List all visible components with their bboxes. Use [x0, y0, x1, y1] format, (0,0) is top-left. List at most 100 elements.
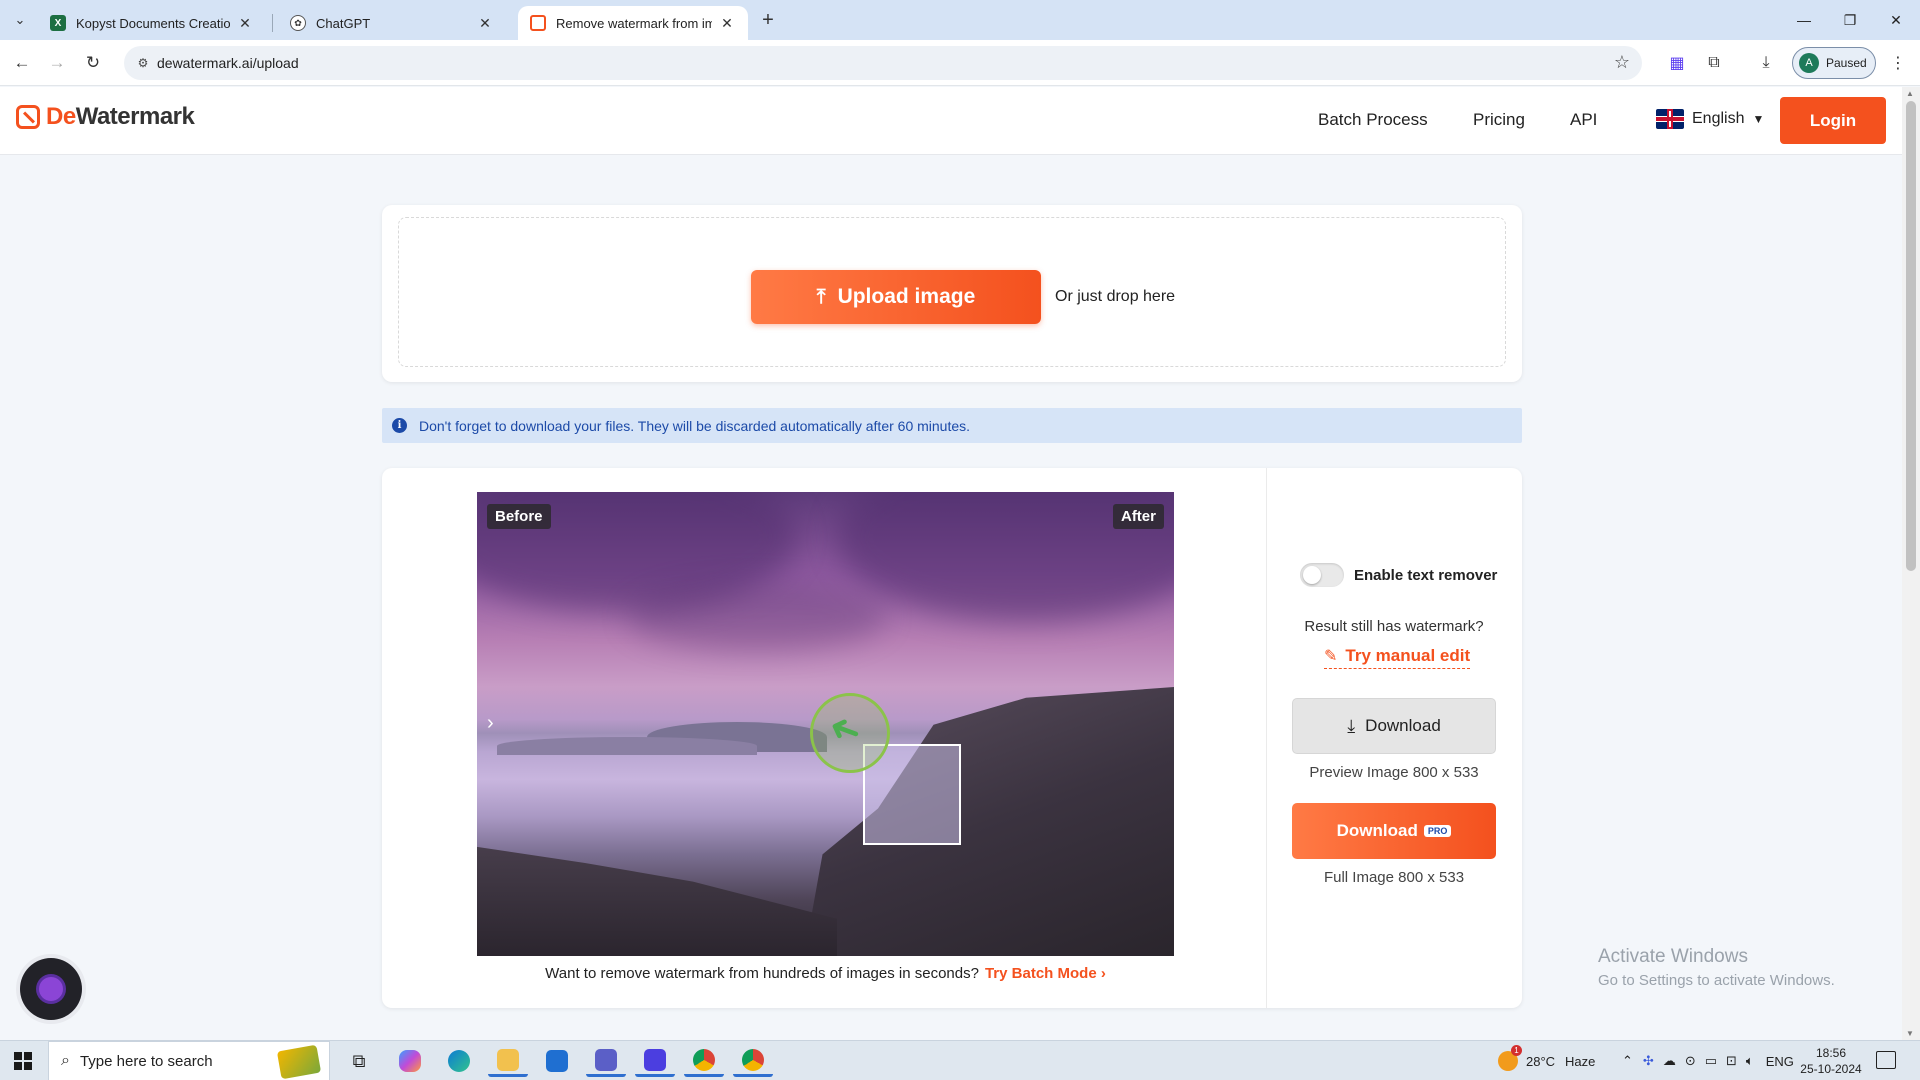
distant-mountain	[497, 737, 757, 755]
back-arrow-icon[interactable]: ←	[10, 51, 34, 75]
tab-title: Kopyst Documents Creation.xlsx	[76, 15, 230, 31]
download-pro-button[interactable]: Download PRO	[1292, 803, 1496, 859]
close-icon[interactable]: ✕	[236, 14, 254, 32]
weather-widget[interactable]: 28°C Haze	[1498, 1041, 1595, 1080]
download-icon: ⤓	[1347, 715, 1356, 736]
download-icon[interactable]: ⤓	[1754, 51, 1778, 75]
result-card: Before After › Want to remove watermark …	[382, 468, 1522, 1008]
drop-zone[interactable]: ⤒ Upload image Or just drop here	[398, 217, 1506, 367]
site-logo[interactable]: DeWatermark	[16, 103, 195, 131]
batch-prompt: Want to remove watermark from hundreds o…	[545, 965, 979, 982]
before-after-preview[interactable]: Before After ›	[477, 492, 1174, 956]
temperature: 28°C	[1526, 1053, 1556, 1069]
text-remover-row: Enable text remover	[1300, 563, 1497, 587]
info-banner: i Don't forget to download your files. T…	[382, 408, 1522, 443]
tab-search-chevron-icon[interactable]: ⌄	[8, 8, 32, 32]
address-bar[interactable]: ⚙ dewatermark.ai/upload ☆	[124, 46, 1642, 80]
upload-card: ⤒ Upload image Or just drop here	[382, 205, 1522, 382]
tab-excel[interactable]: X Kopyst Documents Creation.xlsx ✕	[38, 6, 266, 40]
remote-app-icon[interactable]	[635, 1045, 675, 1077]
scroll-down-icon[interactable]: ▼	[1906, 1029, 1914, 1038]
drop-hint: Or just drop here	[1055, 288, 1176, 305]
activate-windows-watermark: Activate Windows Go to Settings to activ…	[1598, 946, 1835, 989]
activate-subtitle: Go to Settings to activate Windows.	[1598, 972, 1835, 989]
uk-flag-icon	[1656, 109, 1684, 129]
file-explorer-icon[interactable]	[488, 1045, 528, 1077]
avatar: A	[1799, 53, 1819, 73]
download-preview-button[interactable]: ⤓ Download	[1292, 698, 1496, 754]
browser-menu-icon[interactable]: ⋮	[1886, 51, 1910, 75]
try-manual-edit-link[interactable]: ✎ Try manual edit	[1324, 646, 1471, 669]
meet-now-icon[interactable]: ⊙	[1685, 1053, 1696, 1069]
new-tab-plus-icon[interactable]: +	[756, 8, 780, 32]
window-close-icon[interactable]: ✕	[1873, 0, 1919, 40]
reload-icon[interactable]: ↻	[81, 51, 105, 75]
close-icon[interactable]: ✕	[476, 14, 494, 32]
task-view-icon[interactable]: ⧉	[339, 1045, 379, 1077]
profile-button[interactable]: A Paused	[1792, 47, 1876, 79]
actions-panel: Enable text remover Result still has wat…	[1266, 468, 1522, 1008]
extensions-puzzle-icon[interactable]: ⧉	[1702, 51, 1726, 75]
chevron-right-icon[interactable]: ›	[487, 712, 494, 735]
windows-taskbar: ⌕ Type here to search ⧉ 28°C Haze ⌃ ✣ ☁ …	[0, 1040, 1920, 1080]
copilot-icon[interactable]	[390, 1045, 430, 1077]
page-scrollbar[interactable]: ▲ ▼	[1902, 87, 1920, 1040]
battery-icon[interactable]: ▭	[1705, 1053, 1717, 1069]
mail-icon[interactable]	[537, 1045, 577, 1077]
close-icon[interactable]: ✕	[718, 14, 736, 32]
full-caption: Full Image 800 x 533	[1323, 869, 1465, 886]
taskbar-search[interactable]: ⌕ Type here to search	[48, 1041, 330, 1080]
site-settings-icon[interactable]: ⚙	[134, 54, 152, 72]
eraser-icon: ✎	[1324, 648, 1338, 665]
nav-api[interactable]: API	[1570, 110, 1597, 130]
url-text[interactable]: dewatermark.ai/upload	[157, 55, 299, 71]
scroll-thumb[interactable]	[1906, 101, 1916, 571]
onedrive-icon[interactable]: ☁	[1663, 1053, 1676, 1069]
windows-start-icon[interactable]	[14, 1052, 32, 1070]
bookmark-star-icon[interactable]: ☆	[1614, 52, 1630, 73]
upload-image-button[interactable]: ⤒ Upload image	[751, 270, 1041, 324]
excel-icon: X	[50, 15, 66, 31]
edge-icon[interactable]	[439, 1045, 479, 1077]
upload-icon: ⤒	[816, 285, 826, 308]
nav-pricing[interactable]: Pricing	[1473, 110, 1525, 130]
login-button[interactable]: Login	[1780, 97, 1886, 144]
after-tag: After	[1112, 504, 1164, 529]
forward-arrow-icon[interactable]: →	[45, 51, 69, 75]
weather-condition: Haze	[1565, 1053, 1596, 1069]
text-remover-toggle[interactable]	[1300, 563, 1344, 587]
tab-chatgpt[interactable]: ✿ ChatGPT ✕	[278, 6, 506, 40]
minimize-icon[interactable]: —	[1781, 0, 1827, 40]
language-selector[interactable]: English ▼	[1656, 109, 1764, 129]
notification-icon[interactable]	[1876, 1051, 1896, 1069]
system-clock[interactable]: 18:56 25-10-2024	[1800, 1045, 1862, 1077]
cloud-shape	[627, 582, 887, 652]
tray-icons: ⌃ ✣ ☁ ⊙ ▭ ⊡ 🔈︎ ENG	[1622, 1041, 1794, 1080]
logo-icon	[16, 105, 40, 129]
upload-label: Upload image	[837, 285, 976, 308]
chrome-icon[interactable]	[684, 1045, 724, 1077]
show-hidden-icons-chevron-icon[interactable]: ⌃	[1622, 1053, 1633, 1069]
extension-app-icon[interactable]: ▦	[1665, 51, 1689, 75]
info-text: Don't forget to download your files. The…	[419, 417, 971, 434]
restore-icon[interactable]: ❐	[1827, 0, 1873, 40]
teams-tray-icon[interactable]: ✣	[1643, 1053, 1654, 1069]
volume-icon[interactable]: 🔈︎	[1746, 1053, 1754, 1069]
input-language[interactable]: ENG	[1766, 1054, 1794, 1069]
pro-badge: PRO	[1423, 825, 1452, 837]
scroll-up-icon[interactable]: ▲	[1906, 89, 1914, 98]
tab-dewatermark[interactable]: Remove watermark from image ✕	[518, 6, 748, 40]
clock-date: 25-10-2024	[1800, 1062, 1862, 1076]
network-icon[interactable]: ⊡	[1726, 1053, 1737, 1069]
try-batch-mode-link[interactable]: Try Batch Mode ›	[985, 965, 1106, 982]
tab-separator	[272, 14, 273, 32]
teams-icon[interactable]	[586, 1045, 626, 1077]
text-remover-label: Enable text remover	[1354, 566, 1498, 584]
chevron-down-icon: ▼	[1752, 112, 1765, 126]
nav-batch-process[interactable]: Batch Process	[1318, 110, 1428, 130]
chrome-profile-icon[interactable]	[733, 1045, 773, 1077]
floating-assistant-button[interactable]	[20, 958, 82, 1020]
tab-title: ChatGPT	[316, 15, 371, 31]
search-placeholder: Type here to search	[79, 1052, 213, 1070]
chatgpt-icon: ✿	[290, 15, 306, 31]
